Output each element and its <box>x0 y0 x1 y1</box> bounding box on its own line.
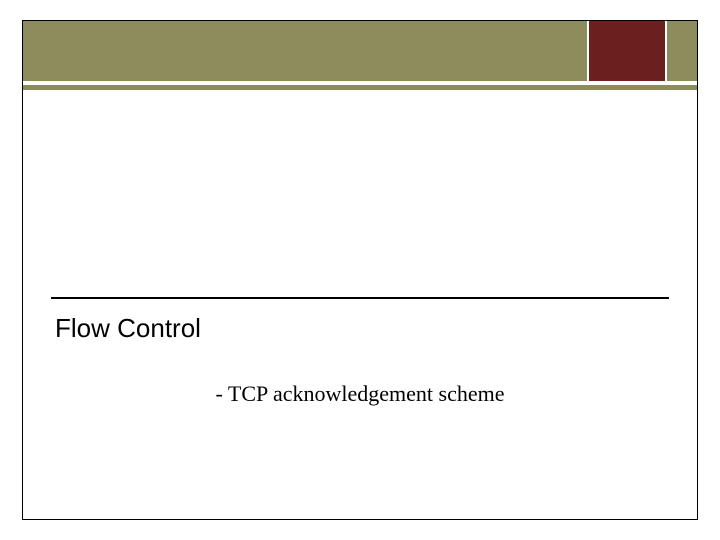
header-band <box>23 21 697 81</box>
slide-title: Flow Control <box>55 313 201 344</box>
slide-frame: Flow Control - TCP acknowledgement schem… <box>22 20 698 520</box>
band-olive-main <box>23 21 589 81</box>
slide-subtitle: - TCP acknowledgement scheme <box>23 381 697 407</box>
band-olive-small <box>667 21 697 81</box>
band-thin-olive <box>23 85 697 90</box>
band-maroon <box>589 21 667 81</box>
horizontal-divider <box>51 297 669 299</box>
